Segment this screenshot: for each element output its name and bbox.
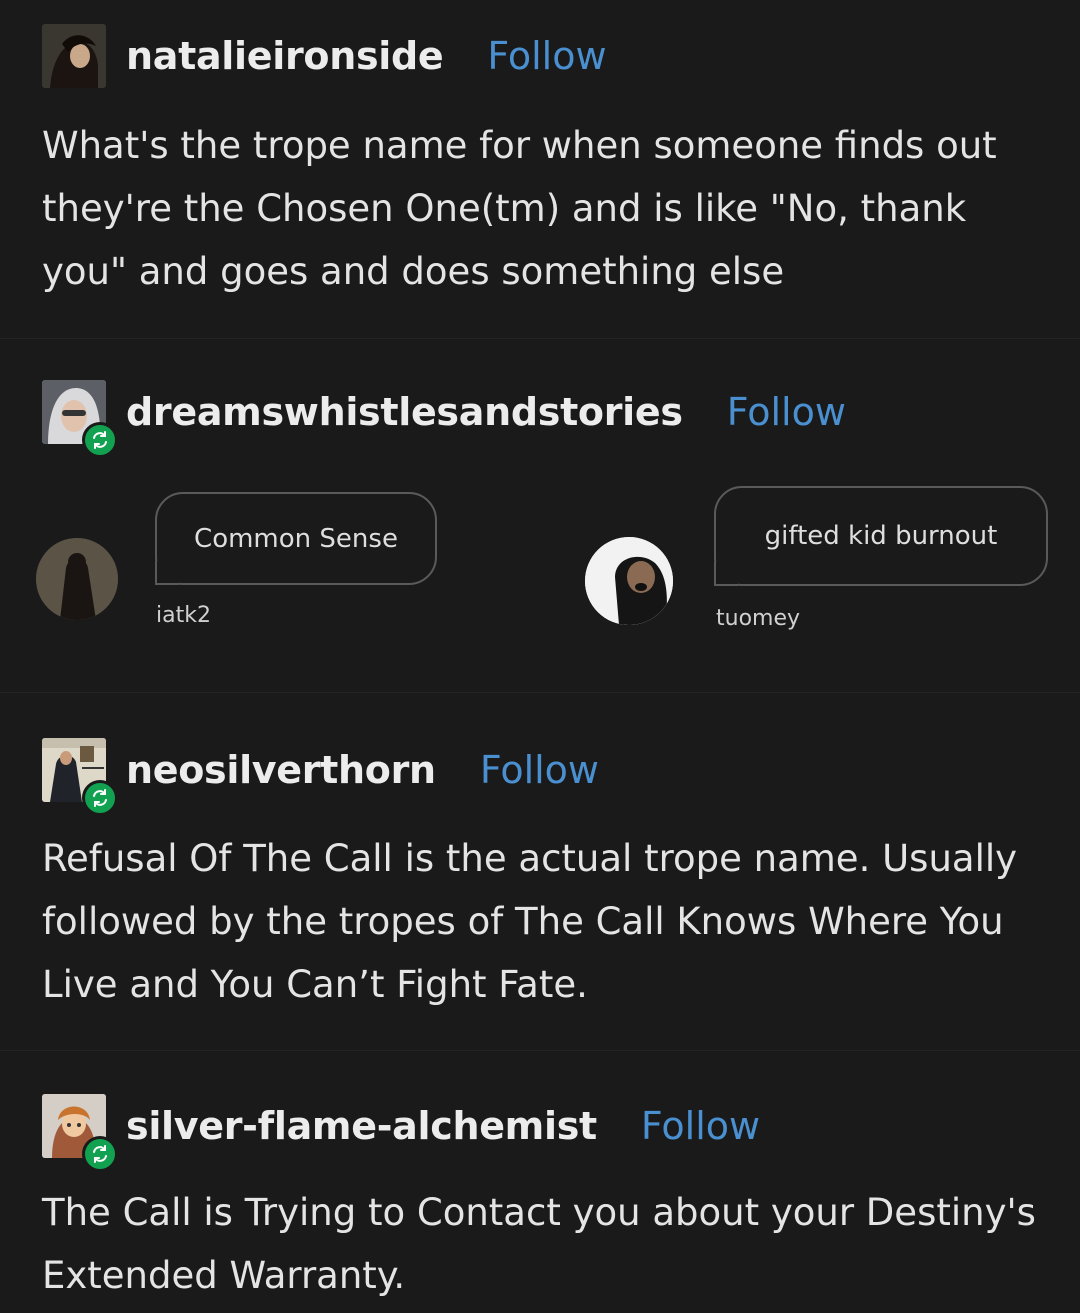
follow-button[interactable]: Follow: [480, 748, 599, 792]
avatar[interactable]: [42, 1094, 118, 1172]
tag-text: Common Sense: [194, 523, 398, 554]
commenter-name[interactable]: tuomey: [716, 606, 800, 631]
post-header: neosilverthorn Follow: [42, 738, 599, 816]
post-text: The Call is Trying to Contact you about …: [42, 1191, 1036, 1297]
username[interactable]: dreamswhistlesandstories: [126, 390, 683, 434]
post-header: dreamswhistlesandstories Follow: [42, 380, 846, 458]
post-text: What's the trope name for when someone f…: [42, 124, 997, 293]
post-header: natalieironside Follow: [42, 24, 607, 88]
follow-button[interactable]: Follow: [487, 34, 606, 78]
follow-button[interactable]: Follow: [641, 1104, 760, 1148]
commenter-name[interactable]: iatk2: [156, 603, 211, 628]
post-header: silver-flame-alchemist Follow: [42, 1094, 760, 1172]
divider: [0, 1050, 1080, 1051]
tag-text: gifted kid burnout: [764, 521, 998, 551]
divider: [0, 338, 1080, 339]
divider: [0, 692, 1080, 693]
reblog-icon: [82, 780, 118, 816]
reblog-icon: [82, 1136, 118, 1172]
tag-bubble: Common Sense: [155, 492, 437, 585]
tag-bubble: gifted kid burnout: [714, 486, 1048, 586]
commenter-avatar[interactable]: [36, 538, 118, 620]
avatar[interactable]: [42, 380, 118, 458]
follow-button[interactable]: Follow: [727, 390, 846, 434]
commenter-avatar[interactable]: [585, 537, 673, 625]
post-text: Refusal Of The Call is the actual trope …: [42, 837, 1018, 1006]
username[interactable]: natalieironside: [126, 34, 444, 78]
avatar[interactable]: [42, 738, 118, 816]
username[interactable]: silver-flame-alchemist: [126, 1104, 597, 1148]
reblog-icon: [82, 422, 118, 458]
username[interactable]: neosilverthorn: [126, 748, 436, 792]
avatar[interactable]: [42, 24, 106, 88]
